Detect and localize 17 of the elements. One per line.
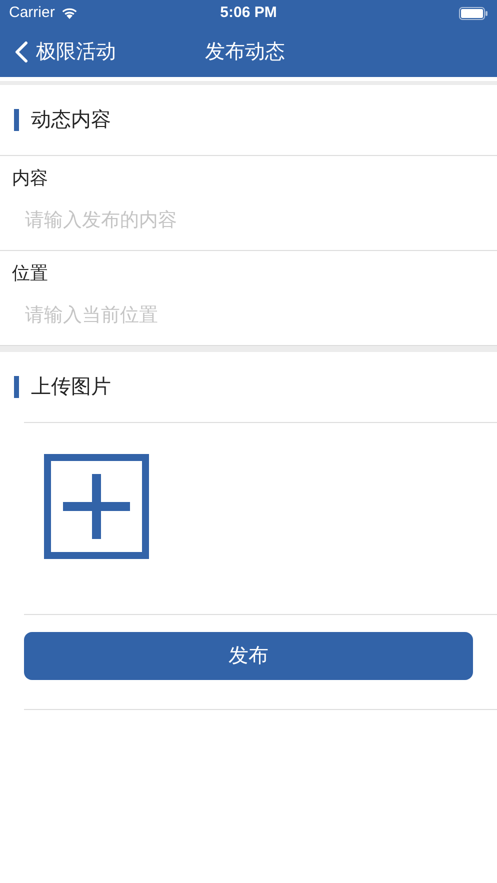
back-chevron-icon xyxy=(14,40,28,62)
page-title: 发布动态 xyxy=(205,40,285,64)
back-button[interactable]: 极限活动 xyxy=(14,36,116,66)
battery-icon xyxy=(459,6,488,20)
section-accent-bar xyxy=(14,109,19,131)
input-field[interactable]: 请输入发布的内容 xyxy=(0,192,497,250)
input-field[interactable]: 请输入当前位置 xyxy=(0,287,497,345)
publish-button[interactable]: 发布 xyxy=(24,632,473,680)
section-accent-bar xyxy=(14,376,19,398)
field-label: 内容 xyxy=(12,167,48,190)
field-label: 位置 xyxy=(12,262,48,285)
add-image-button[interactable] xyxy=(44,454,149,559)
section-title: 上传图片 xyxy=(31,375,111,400)
wifi-icon xyxy=(60,7,78,19)
clock-text: 5:06 PM xyxy=(220,2,277,23)
carrier-text: Carrier xyxy=(9,2,55,23)
section-title: 动态内容 xyxy=(31,108,111,133)
